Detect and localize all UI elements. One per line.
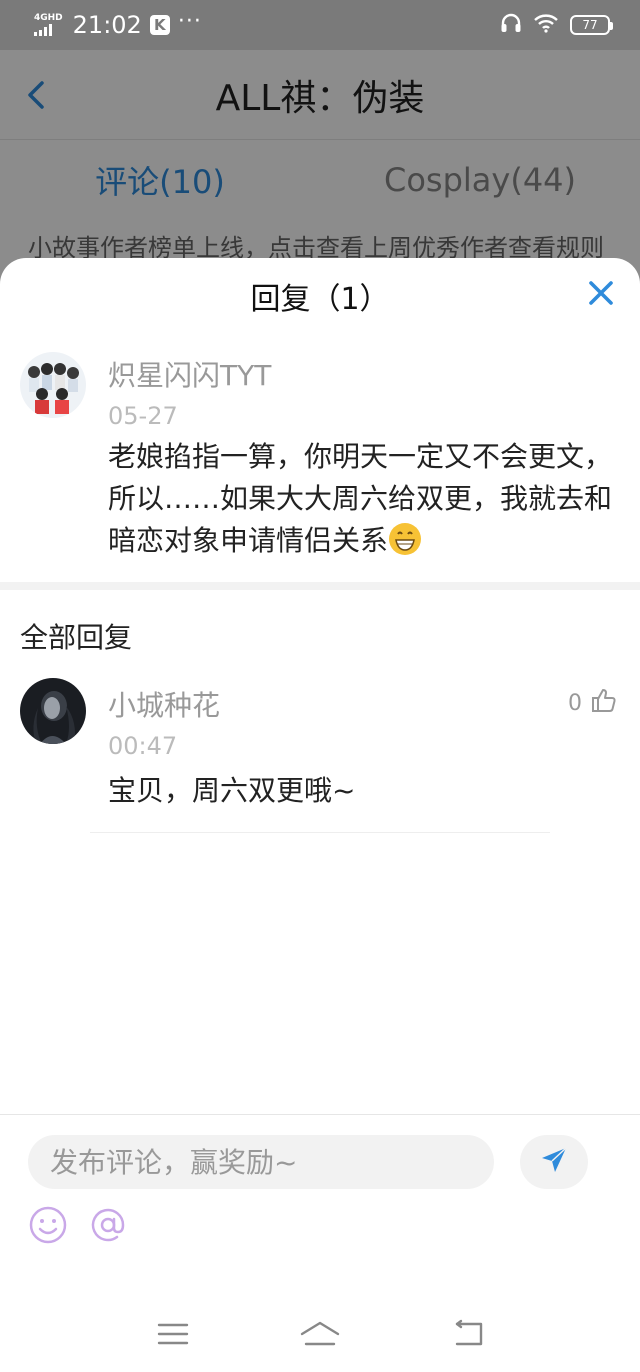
send-button[interactable]	[520, 1135, 588, 1189]
like-count: 0	[568, 690, 582, 716]
list-item: 小城种花 00:47 宝贝，周六双更哦~ 0	[0, 656, 640, 812]
comment-text: 老娘掐指一算，你明天一定又不会更文，所以……如果大大周六给双更，我就去和暗恋对象…	[108, 436, 620, 562]
app-notification-icon: K	[149, 15, 170, 35]
home-icon[interactable]	[298, 1318, 342, 1350]
comment-date: 05-27	[108, 402, 178, 430]
comment-input[interactable]	[28, 1135, 494, 1189]
comment-username[interactable]: 炽星闪闪TYT	[108, 354, 620, 394]
reply-username[interactable]: 小城种花	[108, 684, 620, 724]
all-replies-heading: 全部回复	[20, 621, 133, 654]
reply-divider	[90, 832, 550, 833]
section-divider	[0, 582, 640, 590]
main-comment: 炽星闪闪TYT 05-27 老娘掐指一算，你明天一定又不会更文，所以……如果大大…	[0, 334, 640, 562]
system-nav-bar	[0, 1296, 640, 1372]
comment-composer	[0, 1114, 640, 1296]
menu-icon[interactable]	[151, 1318, 195, 1350]
clock: 21:02	[72, 11, 142, 39]
reply-text: 宝贝，周六双更哦~	[108, 774, 356, 807]
thumbs-up-icon	[590, 686, 618, 720]
status-bar: 4GHD 21:02 K ··· 77	[0, 0, 640, 50]
reply-time: 00:47	[108, 732, 178, 760]
sheet-header: 回复（1）	[0, 258, 640, 334]
avatar[interactable]	[20, 678, 86, 744]
send-icon	[539, 1145, 569, 1179]
network-type: 4GHD	[34, 13, 63, 23]
comment-text-content: 老娘掐指一算，你明天一定又不会更文，所以……如果大大周六给双更，我就去和暗恋对象…	[108, 440, 613, 557]
sheet-title: 回复（1）	[250, 282, 390, 317]
close-icon[interactable]	[586, 278, 616, 308]
more-notifications-icon: ···	[177, 8, 202, 34]
mention-icon[interactable]	[88, 1205, 128, 1245]
like-button[interactable]: 0	[568, 686, 618, 720]
wifi-icon	[534, 13, 558, 37]
headphones-icon	[500, 13, 522, 37]
grin-emoji-icon	[388, 522, 422, 556]
battery-icon: 77	[570, 15, 613, 35]
avatar[interactable]	[20, 352, 86, 418]
cellular-signal-icon: 4GHD	[34, 14, 63, 36]
back-icon[interactable]	[445, 1318, 489, 1350]
emoji-icon[interactable]	[28, 1205, 68, 1245]
